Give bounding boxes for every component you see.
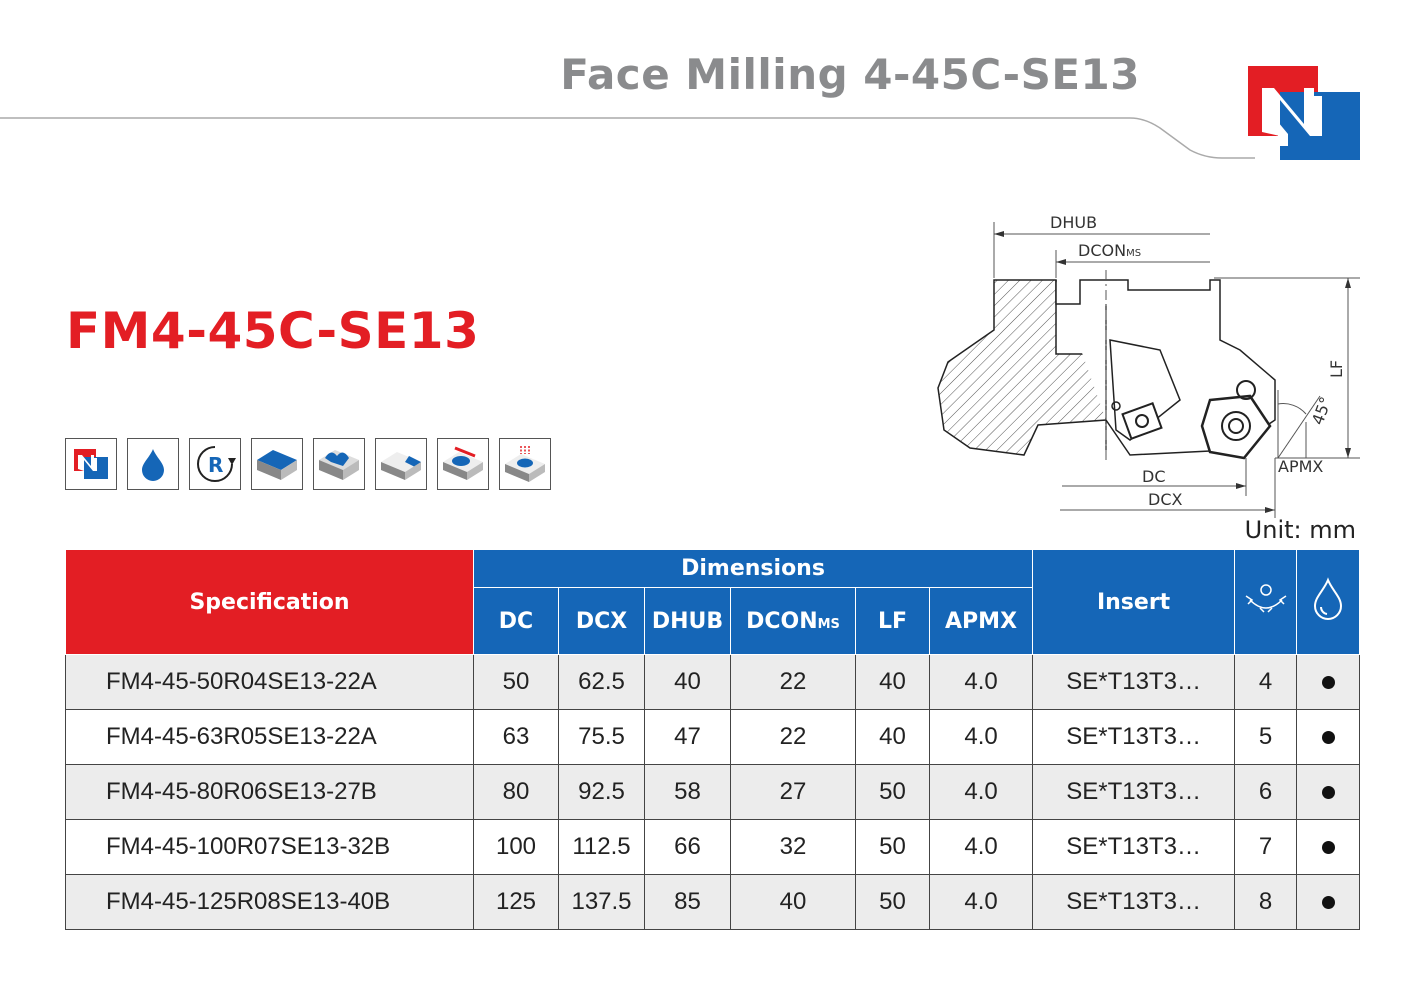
col-lf: LF xyxy=(855,587,930,655)
coolant-cell xyxy=(1296,819,1361,875)
dcon-cell: 32 xyxy=(730,819,856,875)
brand-n-icon xyxy=(65,438,117,490)
apmx-cell: 4.0 xyxy=(928,874,1034,930)
apmx-cell: 4.0 xyxy=(928,654,1034,710)
dhub-cell: 85 xyxy=(644,874,731,930)
lf-cell: 50 xyxy=(855,764,930,820)
lf-cell: 50 xyxy=(855,874,930,930)
insert-cell: SE*T13T3… xyxy=(1032,709,1236,765)
coolant-cell xyxy=(1296,654,1361,710)
dc-cell: 50 xyxy=(473,654,559,710)
coolant-dot-icon xyxy=(1321,786,1335,799)
cutter-technical-drawing: DHUB DCONMS LF 45° APMX DC DCX xyxy=(937,213,1360,518)
dhub-label: DHUB xyxy=(1050,213,1097,232)
coolant-cell xyxy=(1296,709,1361,765)
dhub-cell: 58 xyxy=(644,764,731,820)
col-apmx: APMX xyxy=(928,587,1034,655)
dcx-cell: 137.5 xyxy=(558,874,645,930)
apmx-label: APMX xyxy=(1278,457,1323,476)
apmx-cell: 4.0 xyxy=(928,764,1034,820)
dcon-cell: 27 xyxy=(730,764,856,820)
col-dcon-subscript: MS xyxy=(817,616,840,632)
svg-text:DCONMS: DCONMS xyxy=(1078,241,1141,260)
product-title: FM4-45C-SE13 xyxy=(66,302,480,360)
dc-cell: 80 xyxy=(473,764,559,820)
dcx-cell: 62.5 xyxy=(558,654,645,710)
slot-milling-icon xyxy=(437,438,489,490)
col-dcon: DCONMS xyxy=(730,587,856,655)
dhub-cell: 66 xyxy=(644,819,731,875)
insert-cell: SE*T13T3… xyxy=(1032,764,1236,820)
coolant-drop-icon xyxy=(1296,549,1361,655)
lf-cell: 40 xyxy=(855,709,930,765)
coolant-dot-icon xyxy=(1321,731,1335,744)
dimensions-header: Dimensions xyxy=(472,549,1034,588)
dhub-cell: 47 xyxy=(644,709,731,765)
table-row: FM4-45-63R05SE13-22A 63 75.5 47 22 40 4.… xyxy=(65,709,1361,765)
spec-cell: FM4-45-125R08SE13-40B xyxy=(65,874,474,930)
feature-icons: R xyxy=(65,438,551,490)
teeth-cell: 6 xyxy=(1234,764,1298,820)
dcon-cell: 22 xyxy=(730,654,856,710)
dhub-cell: 40 xyxy=(644,654,731,710)
spec-cell: FM4-45-50R04SE13-22A xyxy=(65,654,474,710)
plunge-milling-icon xyxy=(499,438,551,490)
lf-cell: 40 xyxy=(855,654,930,710)
spec-cell: FM4-45-63R05SE13-22A xyxy=(65,709,474,765)
col-dcx: DCX xyxy=(558,587,645,655)
angle-label: 45° xyxy=(1308,394,1336,427)
specification-header: Specification xyxy=(65,549,474,655)
dcon-label: DCON xyxy=(1078,241,1126,260)
teeth-cell: 7 xyxy=(1234,819,1298,875)
teeth-cell: 4 xyxy=(1234,654,1298,710)
dc-cell: 100 xyxy=(473,819,559,875)
coolant-cell xyxy=(1296,764,1361,820)
table-row: FM4-45-80R06SE13-27B 80 92.5 58 27 50 4.… xyxy=(65,764,1361,820)
chamfer-milling-icon xyxy=(375,438,427,490)
dc-cell: 63 xyxy=(473,709,559,765)
dc-cell: 125 xyxy=(473,874,559,930)
profile-milling-icon xyxy=(313,438,365,490)
dcon-subscript: MS xyxy=(1126,248,1141,259)
coolant-dot-icon xyxy=(1321,896,1335,909)
brand-logo-icon xyxy=(1248,66,1360,160)
dcx-cell: 75.5 xyxy=(558,709,645,765)
teeth-count-icon xyxy=(1234,549,1298,655)
col-dcon-label: DCON xyxy=(746,608,818,634)
right-hand-rotation-icon: R xyxy=(189,438,241,490)
dcx-cell: 92.5 xyxy=(558,764,645,820)
dcon-cell: 40 xyxy=(730,874,856,930)
table-row: FM4-45-100R07SE13-32B 100 112.5 66 32 50… xyxy=(65,819,1361,875)
specification-table: Specification Dimensions Insert DC DCX D… xyxy=(65,549,1361,930)
lf-label: LF xyxy=(1327,360,1346,378)
unit-label: Unit: mm xyxy=(1244,516,1356,544)
coolant-dot-icon xyxy=(1321,676,1335,689)
apmx-cell: 4.0 xyxy=(928,819,1034,875)
table-row: FM4-45-125R08SE13-40B 125 137.5 85 40 50… xyxy=(65,874,1361,930)
col-dhub: DHUB xyxy=(644,587,731,655)
table-row: FM4-45-50R04SE13-22A 50 62.5 40 22 40 4.… xyxy=(65,654,1361,710)
teeth-cell: 5 xyxy=(1234,709,1298,765)
spec-cell: FM4-45-80R06SE13-27B xyxy=(65,764,474,820)
insert-cell: SE*T13T3… xyxy=(1032,819,1236,875)
coolant-drop-icon xyxy=(127,438,179,490)
insert-cell: SE*T13T3… xyxy=(1032,874,1236,930)
dc-label: DC xyxy=(1142,467,1166,486)
dcon-cell: 22 xyxy=(730,709,856,765)
lf-cell: 50 xyxy=(855,819,930,875)
insert-cell: SE*T13T3… xyxy=(1032,654,1236,710)
page-title: Face Milling 4-45C-SE13 xyxy=(560,50,1140,99)
coolant-dot-icon xyxy=(1321,841,1335,854)
insert-header: Insert xyxy=(1032,549,1236,655)
dcx-cell: 112.5 xyxy=(558,819,645,875)
apmx-cell: 4.0 xyxy=(928,709,1034,765)
face-milling-icon xyxy=(251,438,303,490)
svg-text:R: R xyxy=(208,453,223,477)
spec-cell: FM4-45-100R07SE13-32B xyxy=(65,819,474,875)
coolant-cell xyxy=(1296,874,1361,930)
teeth-cell: 8 xyxy=(1234,874,1298,930)
col-dc: DC xyxy=(473,587,559,655)
dcx-label: DCX xyxy=(1148,490,1182,509)
